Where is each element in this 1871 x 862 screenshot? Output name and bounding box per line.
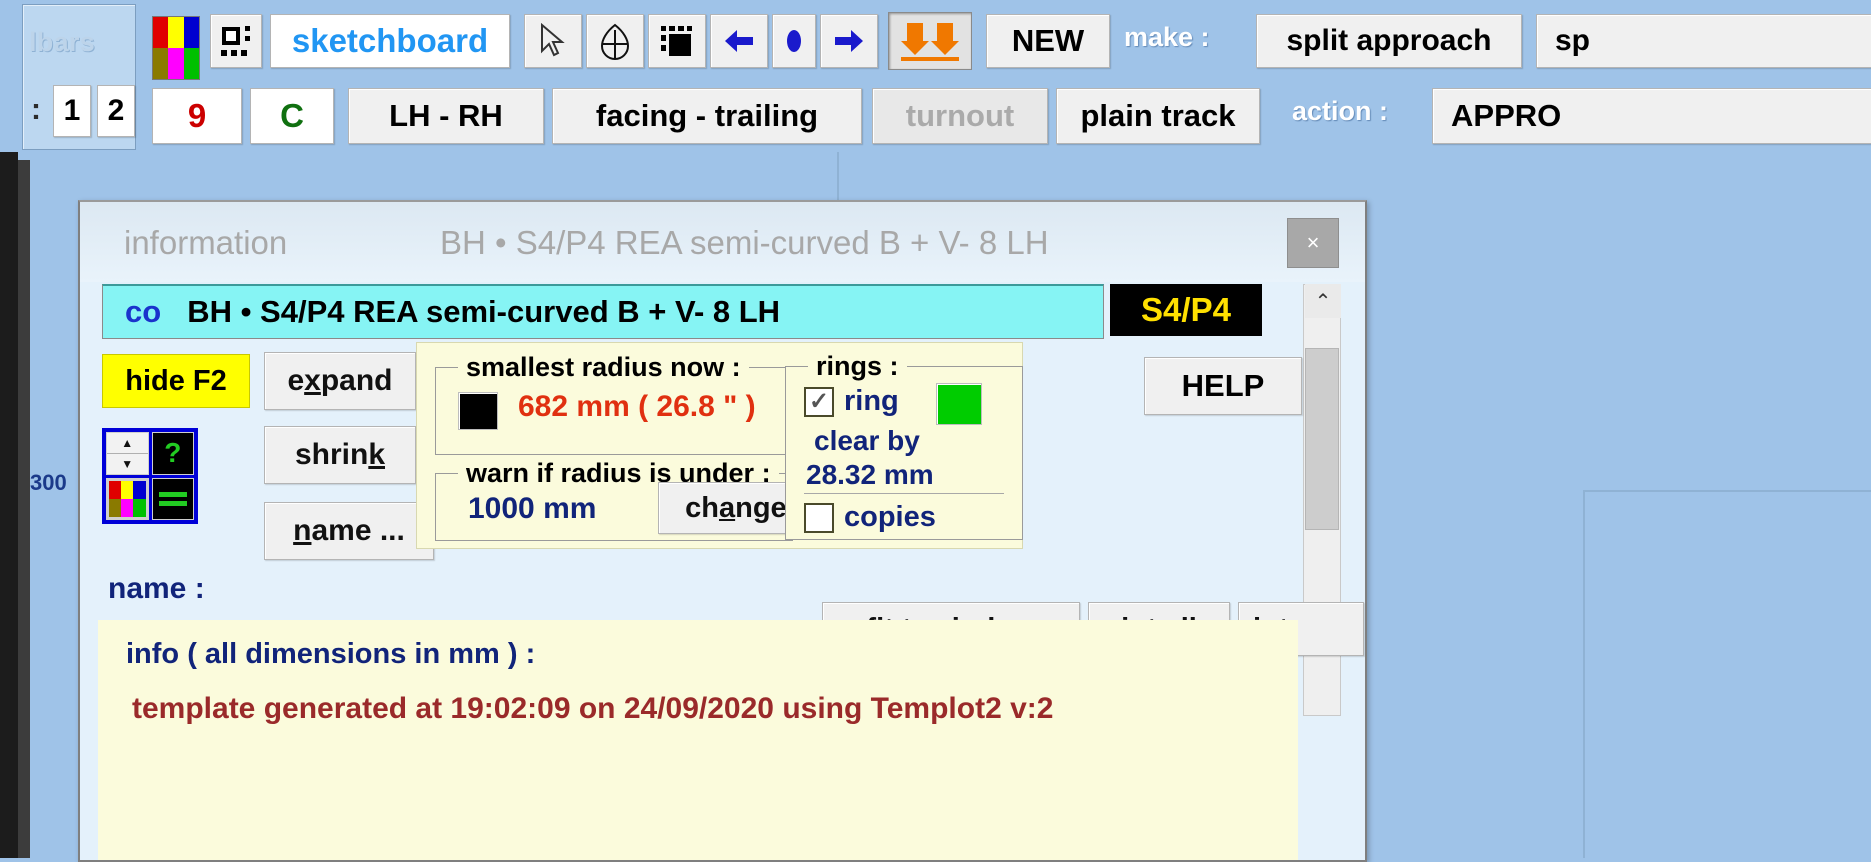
- ring-checkbox[interactable]: ✓: [804, 387, 834, 417]
- rings-panel-wrapper: rings : ✓ ring clear by 28.32 mm copies: [785, 342, 1021, 547]
- name-button[interactable]: name ...: [264, 502, 434, 560]
- ring-colour-swatch[interactable]: [936, 383, 982, 425]
- help-button[interactable]: HELP: [1144, 357, 1302, 415]
- expand-accel: x: [304, 364, 321, 398]
- change-accel: a: [719, 492, 735, 525]
- lh-rh-button[interactable]: LH - RH: [348, 88, 544, 144]
- clear-by-line1: clear by: [814, 425, 920, 457]
- toolbars-panel-label: lbars: [29, 27, 95, 58]
- pointer-icon[interactable]: [524, 14, 582, 68]
- palette-swatch-icon[interactable]: [152, 16, 200, 80]
- letter-button[interactable]: C: [250, 88, 334, 144]
- dialog-title-bar[interactable]: information BH • S4/P4 REA semi-curved B…: [80, 202, 1365, 282]
- tab-2-button[interactable]: 2: [97, 85, 135, 137]
- warn-radius-value: 1000 mm: [468, 492, 596, 526]
- target-glyph: [598, 22, 632, 60]
- warn-radius-group: warn if radius is under : 1000 mm change…: [435, 473, 793, 541]
- plain-track-button[interactable]: plain track: [1056, 88, 1260, 144]
- toolbar-area: lbars 1 2 : sketchboard: [0, 0, 1871, 152]
- action-label: action :: [1292, 96, 1388, 127]
- list-lines-glyph: [159, 488, 187, 510]
- marquee-icon[interactable]: [648, 14, 706, 68]
- arrow-right-icon[interactable]: [820, 14, 878, 68]
- dialog-title-left: information: [124, 224, 287, 262]
- radius-colour-swatch[interactable]: [458, 392, 498, 430]
- info-line-1: template generated at 19:02:09 on 24/09/…: [132, 692, 1053, 726]
- close-icon[interactable]: ×: [1287, 218, 1339, 268]
- hide-button[interactable]: hide F2: [102, 354, 250, 408]
- action-value-button[interactable]: APPRO: [1432, 88, 1871, 144]
- arrow-right-glyph: [831, 26, 867, 56]
- help-question-icon[interactable]: ?: [152, 432, 195, 475]
- colour-palette-icon[interactable]: [106, 478, 149, 521]
- view-mode-grid: ▲ ▼ ?: [102, 428, 198, 524]
- dot-glyph: [784, 27, 804, 55]
- tab-prefix-label: :: [31, 93, 41, 127]
- window-left-border-inner: [18, 160, 30, 858]
- turnout-button[interactable]: turnout: [872, 88, 1048, 144]
- down-arrows-glyph: [899, 19, 961, 63]
- template-co-label: co: [125, 294, 161, 330]
- rings-group: rings : ✓ ring clear by 28.32 mm copies: [785, 366, 1023, 540]
- facing-trailing-button[interactable]: facing - trailing: [552, 88, 862, 144]
- canvas-vertical-gridline-2: [1583, 492, 1585, 858]
- pointer-glyph: [538, 23, 568, 59]
- arrow-left-glyph: [721, 26, 757, 56]
- list-lines-icon[interactable]: [152, 478, 195, 521]
- ring-checkbox-label: ring: [844, 385, 899, 418]
- scroll-up-icon[interactable]: ⌃: [1305, 284, 1341, 318]
- spinner-up-icon[interactable]: ▲: [107, 433, 148, 454]
- make-label: make :: [1124, 22, 1210, 53]
- copies-checkbox-row[interactable]: copies: [804, 501, 936, 534]
- new-button[interactable]: NEW: [986, 14, 1110, 68]
- target-icon[interactable]: [586, 14, 644, 68]
- shrink-button[interactable]: shrink: [264, 426, 416, 484]
- smallest-radius-caption: smallest radius now :: [458, 352, 749, 383]
- copies-checkbox[interactable]: [804, 503, 834, 533]
- question-mark-glyph: ?: [164, 437, 181, 469]
- tab-1-button[interactable]: 1: [53, 85, 91, 137]
- info-panel: info ( all dimensions in mm ) : template…: [98, 620, 1298, 860]
- marquee-glyph: [659, 24, 695, 58]
- sketchboard-button[interactable]: sketchboard: [270, 14, 510, 68]
- smallest-radius-group: smallest radius now : 682 mm ( 26.8 " ): [435, 367, 793, 455]
- canvas-scale-label: 300: [30, 470, 67, 496]
- split-approach-button-2[interactable]: sp: [1536, 14, 1871, 68]
- application-window: 300 lbars 1 2 : sketchboa: [0, 0, 1871, 858]
- select-box-icon[interactable]: [210, 14, 262, 68]
- check-icon: ✓: [809, 390, 829, 414]
- copies-checkbox-label: copies: [844, 501, 936, 534]
- expand-button[interactable]: expand: [264, 352, 416, 410]
- clear-by-divider: [804, 493, 1004, 494]
- spinner-down-icon[interactable]: ▼: [107, 454, 148, 474]
- information-dialog: information BH • S4/P4 REA semi-curved B…: [78, 200, 1367, 862]
- name-accel: n: [293, 514, 311, 548]
- scrollbar-thumb[interactable]: [1305, 348, 1339, 530]
- info-header: info ( all dimensions in mm ) :: [126, 638, 535, 671]
- spinner-icon[interactable]: ▲ ▼: [106, 432, 149, 475]
- gauge-badge: S4/P4: [1110, 284, 1262, 336]
- split-approach-button[interactable]: split approach: [1256, 14, 1522, 68]
- down-arrows-icon[interactable]: [888, 12, 972, 70]
- template-name-bar[interactable]: co BH • S4/P4 REA semi-curved B + V- 8 L…: [102, 284, 1104, 339]
- arrow-left-icon[interactable]: [710, 14, 768, 68]
- dot-icon[interactable]: [772, 14, 816, 68]
- shrink-accel: k: [368, 438, 385, 472]
- toolbars-panel: lbars 1 2 :: [22, 4, 136, 150]
- mini-palette-glyph: [109, 481, 146, 518]
- template-name-text: BH • S4/P4 REA semi-curved B + V- 8 LH: [187, 294, 780, 330]
- ring-checkbox-row[interactable]: ✓ ring: [804, 385, 899, 418]
- smallest-radius-value: 682 mm ( 26.8 " ): [518, 390, 756, 424]
- name-label: name :: [108, 572, 205, 606]
- select-box-glyph: [219, 24, 253, 58]
- dialog-title-right: BH • S4/P4 REA semi-curved B + V- 8 LH: [440, 224, 1049, 262]
- rings-caption: rings :: [808, 351, 907, 382]
- clear-by-line2: 28.32 mm: [806, 459, 934, 491]
- counter-button[interactable]: 9: [152, 88, 242, 144]
- canvas-horizontal-gridline: [1583, 490, 1871, 492]
